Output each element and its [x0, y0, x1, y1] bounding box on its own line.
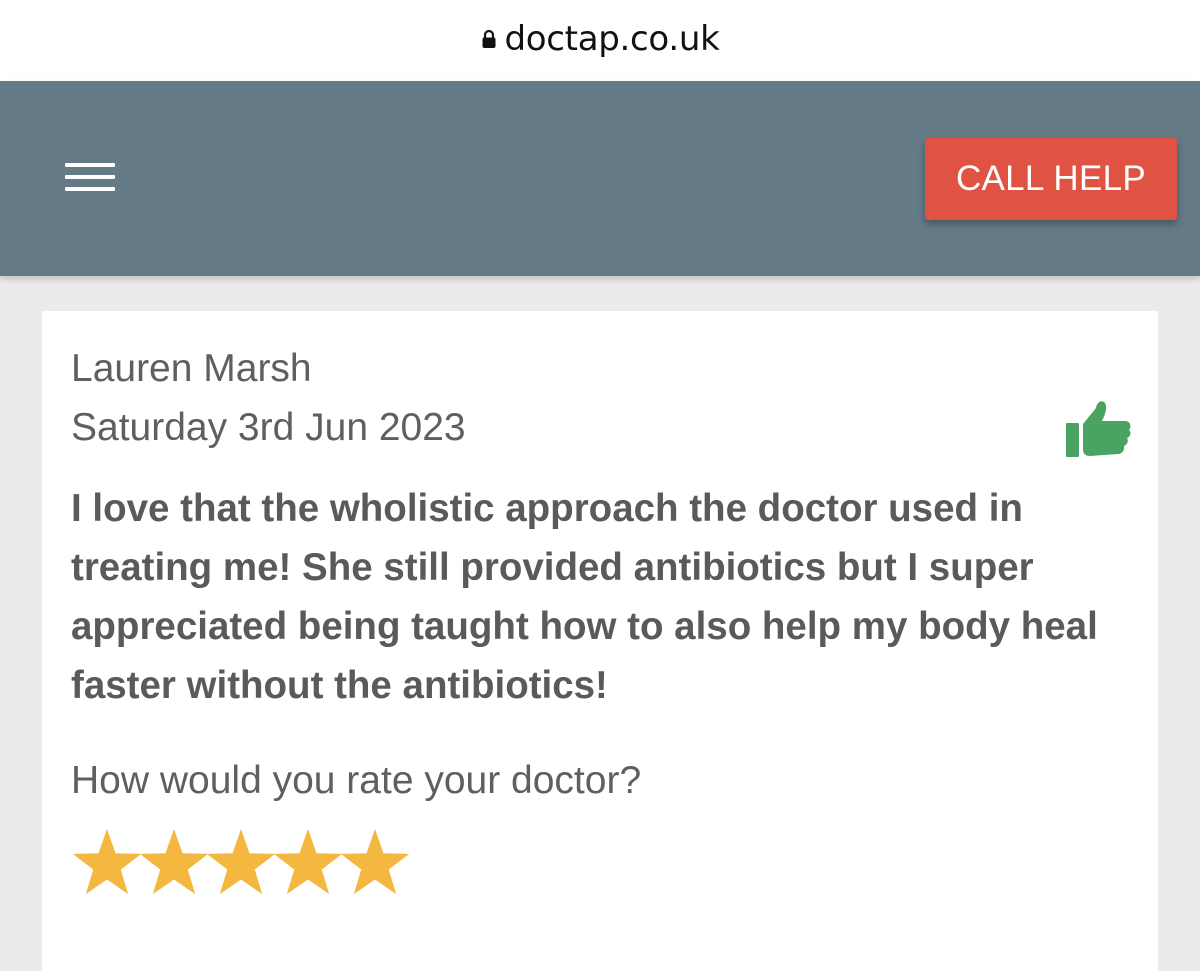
lock-icon [482, 29, 495, 48]
app-header: CALL HELP [0, 81, 1200, 276]
menu-line [65, 175, 115, 179]
star-icon [273, 829, 343, 895]
hamburger-menu-icon[interactable] [60, 159, 118, 199]
review-card: Lauren Marsh Saturday 3rd Jun 2023 I lov… [42, 311, 1158, 971]
review-date: Saturday 3rd Jun 2023 [71, 406, 466, 449]
star-icon [139, 829, 209, 895]
url-text: doctap.co.uk [504, 18, 720, 59]
review-text: I love that the wholistic approach the d… [71, 487, 1098, 707]
call-help-button[interactable]: CALL HELP [925, 138, 1177, 220]
menu-line [65, 187, 115, 191]
url-display[interactable]: doctap.co.uk [481, 19, 720, 59]
star-icon [72, 829, 142, 895]
star-icon [206, 829, 276, 895]
reviewer-name: Lauren Marsh [71, 347, 312, 390]
thumbs-up-icon [1066, 401, 1131, 457]
menu-line [65, 163, 115, 167]
rating-question: How would you rate your doctor? [71, 759, 642, 802]
star-rating [71, 825, 410, 905]
browser-address-bar[interactable]: doctap.co.uk [0, 0, 1200, 81]
star-icon [340, 829, 410, 895]
